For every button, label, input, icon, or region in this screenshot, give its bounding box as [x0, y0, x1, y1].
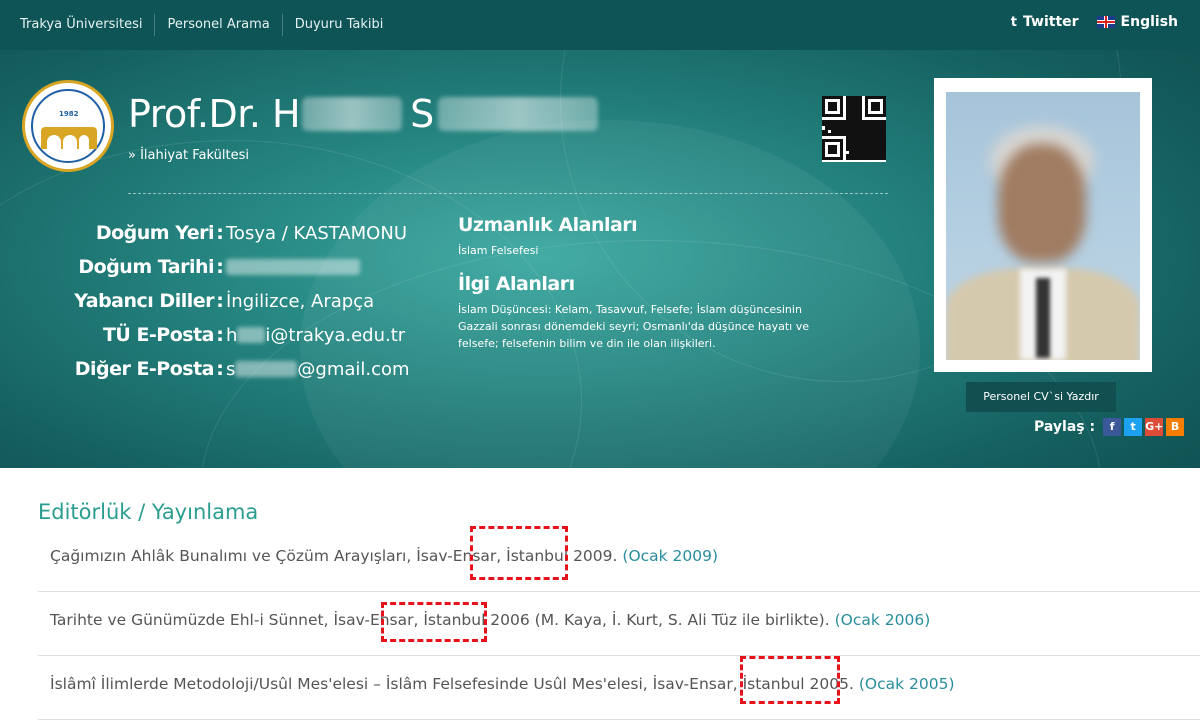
logo-arch: [79, 135, 89, 149]
twitter-icon: t: [1010, 14, 1018, 30]
email-suffix: i@trakya.edu.tr: [265, 324, 406, 346]
qr-module: [822, 138, 826, 160]
qr-module: [882, 156, 886, 160]
language-link[interactable]: English: [1096, 14, 1178, 30]
qr-module: [840, 96, 844, 118]
info-value: Tosya / KASTAMONU: [226, 222, 407, 244]
section-title: Editörlük / Yayınlama: [38, 500, 259, 524]
qr-module: [870, 102, 880, 112]
highlight-box: [470, 526, 568, 580]
nav-link-university[interactable]: Trakya Üniversitesi: [8, 14, 156, 36]
redacted-name: [302, 97, 403, 131]
info-row-tu-email: TÜ E-Posta : h i@trakya.edu.tr: [60, 318, 440, 352]
email-prefix: s: [226, 358, 236, 380]
qr-module: [840, 138, 844, 160]
info-row-birthplace: Doğum Yeri : Tosya / KASTAMONU: [60, 216, 440, 250]
photo-face: [998, 144, 1086, 262]
qr-code: [822, 96, 886, 162]
publication-date-link[interactable]: (Ocak 2005): [859, 675, 955, 693]
redacted-birthdate: [226, 259, 360, 275]
qr-module: [864, 96, 868, 118]
qr-module: [822, 96, 826, 118]
info-label: Doğum Yeri: [95, 222, 215, 244]
share-bar: Paylaş : f t G+ B: [1034, 418, 1185, 436]
qr-module: [882, 96, 886, 118]
redacted-surname: [437, 97, 598, 131]
top-bar: Trakya Üniversitesi Personel Arama Duyur…: [0, 0, 1200, 50]
publication-date-link[interactable]: (Ocak 2006): [835, 611, 931, 629]
googleplus-share-icon[interactable]: G+: [1145, 418, 1163, 436]
logo-ring: [31, 89, 105, 163]
share-label: Paylaş :: [1034, 419, 1096, 435]
other-email-link[interactable]: s @gmail.com: [226, 359, 410, 380]
photo-tie: [1036, 278, 1050, 358]
publication-row: Tarihte ve Günümüzde Ehl-i Sünnet, İsav-…: [38, 591, 1200, 656]
email-suffix: @gmail.com: [297, 358, 410, 380]
profile-header: Trakya Üniversitesi Personel Arama Duyur…: [0, 0, 1200, 468]
tu-email-link[interactable]: h i@trakya.edu.tr: [226, 325, 405, 346]
logo-arch: [63, 135, 77, 149]
publication-row: İslâmî İlimlerde Metodoloji/Usûl Mes'ele…: [38, 655, 1200, 720]
info-label: TÜ E-Posta: [102, 324, 215, 346]
profile-name: Prof.Dr. H S: [128, 92, 598, 136]
publication-row: Çağımızın Ahlâk Bunalımı ve Çözüm Arayış…: [38, 527, 1200, 592]
interests-text: İslam Düşüncesi: Kelam, Tasavvuf, Felsef…: [458, 303, 809, 350]
expertise-title: Uzmanlık Alanları: [458, 214, 638, 236]
nav-link-announcements[interactable]: Duyuru Takibi: [283, 14, 396, 36]
redacted-email: [237, 327, 266, 343]
info-label: Yabancı Diller: [74, 290, 214, 312]
qr-module: [828, 102, 838, 112]
info-value: [226, 259, 360, 275]
redacted-email: [235, 361, 298, 377]
facebook-share-icon[interactable]: f: [1103, 418, 1122, 436]
info-separator: :: [216, 290, 224, 312]
info-separator: :: [216, 256, 224, 278]
publication-text: Tarihte ve Günümüzde Ehl-i Sünnet, İsav-…: [50, 611, 930, 629]
highlight-box: [381, 602, 487, 642]
info-row-birthdate: Doğum Tarihi :: [60, 250, 440, 284]
uk-flag-icon: [1096, 16, 1115, 28]
top-nav: Trakya Üniversitesi Personel Arama Duyur…: [8, 14, 395, 36]
surname-initial: S: [410, 92, 434, 136]
logo-year: 1982: [59, 110, 79, 118]
expertise-block: Uzmanlık Alanları İslam Felsefesi İlgi A…: [458, 214, 838, 366]
top-links: t Twitter English: [1011, 14, 1178, 30]
twitter-link[interactable]: t Twitter: [1011, 14, 1079, 30]
info-separator: :: [216, 222, 224, 244]
print-cv-button[interactable]: Personel CV`si Yazdır: [966, 382, 1116, 412]
info-value: İngilizce, Arapça: [226, 290, 375, 312]
qr-module: [828, 144, 838, 154]
email-prefix: h: [226, 324, 238, 346]
twitter-label: Twitter: [1023, 14, 1079, 30]
info-row-other-email: Diğer E-Posta : s @gmail.com: [60, 352, 440, 386]
name-prefix: Prof.Dr. H: [128, 92, 301, 136]
highlight-box: [740, 656, 840, 704]
photo-image: [946, 92, 1140, 360]
faculty-link[interactable]: » İlahiyat Fakültesi: [128, 148, 249, 163]
expertise-text: İslam Felsefesi: [458, 244, 539, 257]
info-separator: :: [216, 358, 224, 380]
interests-title: İlgi Alanları: [458, 273, 575, 295]
info-row-languages: Yabancı Diller : İngilizce, Arapça: [60, 284, 440, 318]
info-label: Diğer E-Posta: [74, 358, 215, 380]
twitter-share-icon[interactable]: t: [1124, 418, 1143, 436]
publication-text: Çağımızın Ahlâk Bunalımı ve Çözüm Arayış…: [50, 547, 718, 565]
dashed-divider: [128, 193, 888, 194]
logo-arch: [47, 135, 61, 149]
language-label: English: [1120, 14, 1178, 30]
info-separator: :: [216, 324, 224, 346]
publication-citation: İslâmî İlimlerde Metodoloji/Usûl Mes'ele…: [50, 675, 854, 693]
nav-link-personnel-search[interactable]: Personel Arama: [155, 14, 283, 36]
info-label: Doğum Tarihi: [78, 256, 214, 278]
personal-info: Doğum Yeri : Tosya / KASTAMONU Doğum Tar…: [60, 216, 440, 386]
profile-photo: [934, 78, 1152, 372]
publication-date-link[interactable]: (Ocak 2009): [622, 547, 718, 565]
blogger-share-icon[interactable]: B: [1166, 418, 1185, 436]
university-logo[interactable]: 1982: [22, 80, 114, 172]
